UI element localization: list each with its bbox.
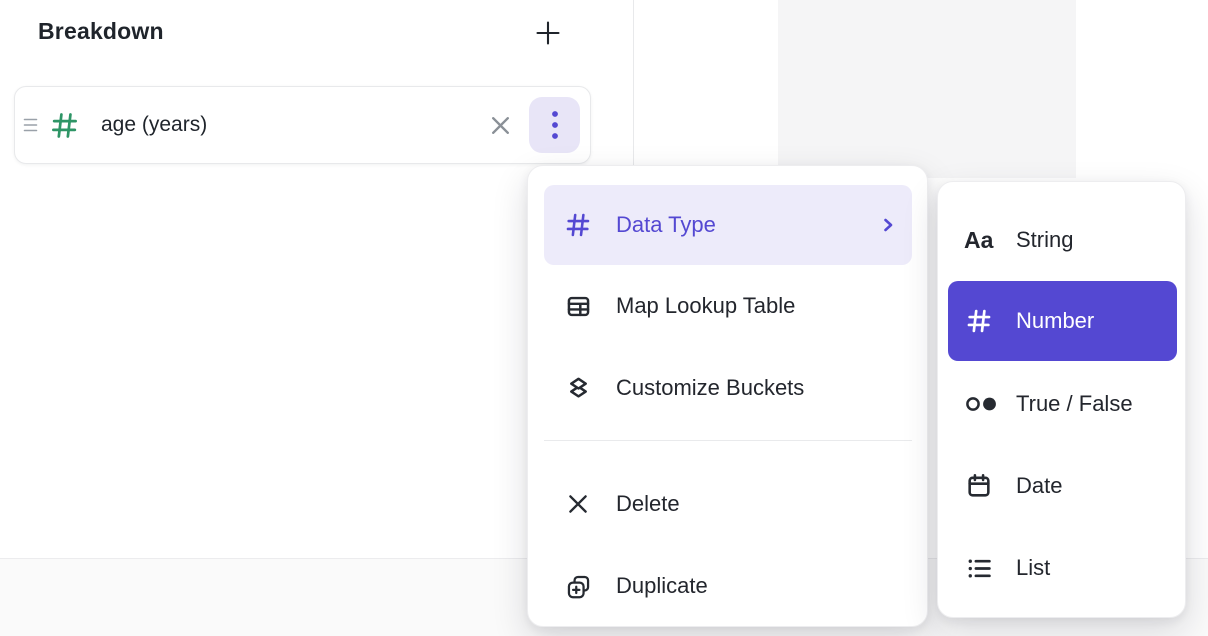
remove-field-icon[interactable] [483,108,517,142]
field-options-button[interactable] [529,97,580,153]
plus-icon [533,18,563,48]
submenu-item-string[interactable]: Aa String [948,199,1177,281]
number-type-icon [47,110,81,141]
chart-area-placeholder [778,0,1076,178]
submenu-item-list[interactable]: List [948,527,1177,609]
menu-item-label: Delete [616,491,680,517]
table-icon [564,293,592,320]
submenu-item-label: String [1016,227,1073,253]
menu-item-customize-buckets[interactable]: Customize Buckets [544,347,912,429]
menu-item-delete[interactable]: Delete [544,463,912,545]
menu-item-duplicate[interactable]: Duplicate [544,545,912,627]
chevron-right-icon [878,215,898,235]
drag-handle-icon[interactable] [19,115,41,135]
field-options-menu: Data Type Map Lookup Table [527,165,928,627]
menu-item-map-lookup-table[interactable]: Map Lookup Table [544,265,912,347]
add-breakdown-button[interactable] [529,14,567,52]
submenu-item-true-false[interactable]: True / False [948,363,1177,445]
menu-item-label: Customize Buckets [616,375,804,401]
submenu-item-number[interactable]: Number [948,281,1177,361]
kebab-icon [551,108,559,142]
calendar-icon [964,472,994,500]
menu-item-label: Data Type [616,212,716,238]
menu-item-label: Duplicate [616,573,708,599]
delete-x-icon [564,491,592,517]
menu-item-data-type[interactable]: Data Type [544,185,912,265]
submenu-item-label: Number [1016,308,1094,334]
string-aa-icon: Aa [964,227,1000,254]
field-name: age (years) [101,113,207,137]
data-type-submenu: Aa String Number True / False [937,181,1186,618]
app-canvas: Breakdown age (years) [0,0,1208,636]
hash-icon [964,307,994,335]
menu-divider [544,440,912,441]
layers-icon [564,375,592,402]
submenu-item-label: List [1016,555,1050,581]
menu-item-label: Map Lookup Table [616,293,795,319]
hash-icon [564,211,592,239]
list-icon [964,555,994,582]
boolean-circles-icon [964,395,1000,413]
submenu-item-label: Date [1016,473,1062,499]
breakdown-field-chip[interactable]: age (years) [14,86,591,164]
duplicate-icon [564,573,592,600]
submenu-item-label: True / False [1016,391,1133,417]
submenu-item-date[interactable]: Date [948,445,1177,527]
breakdown-title: Breakdown [38,18,164,45]
